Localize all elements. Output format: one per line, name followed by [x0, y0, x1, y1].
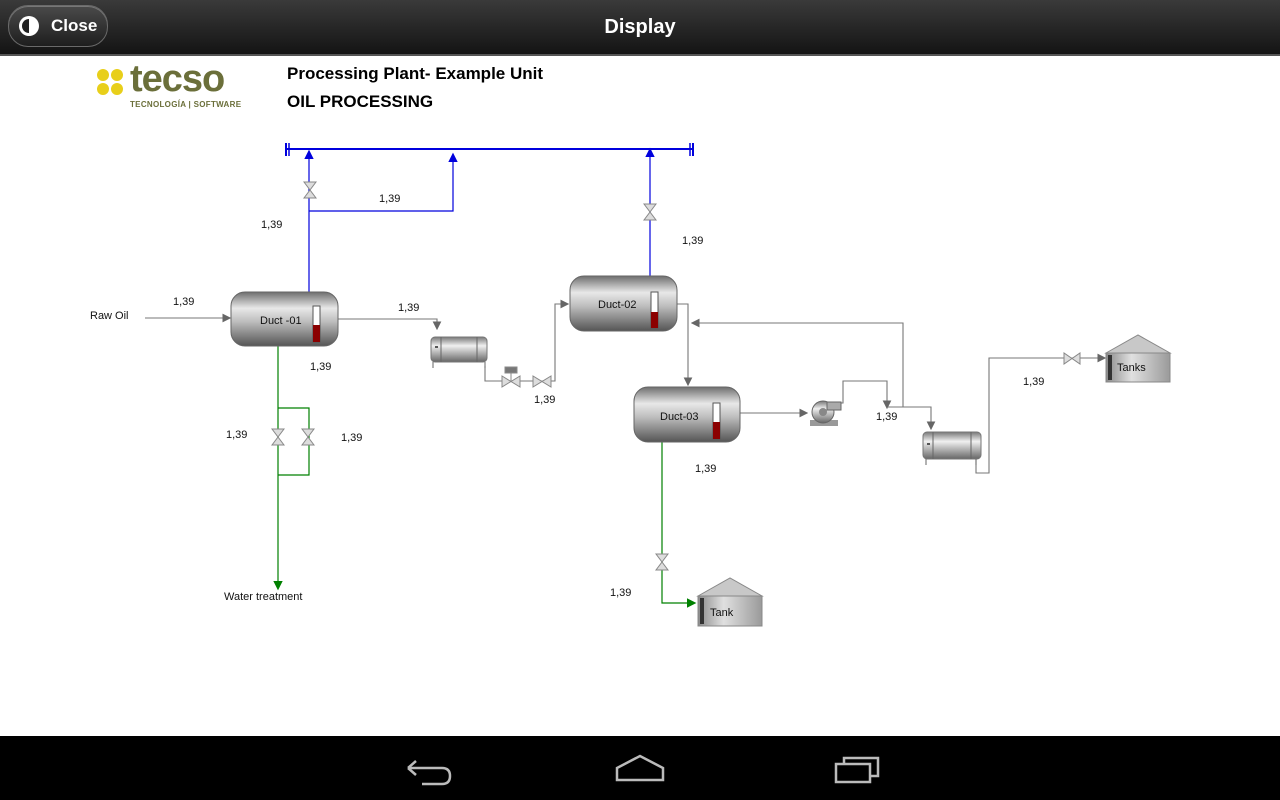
duct-02-label: Duct-02 [598, 299, 637, 311]
valves [271, 181, 1081, 571]
valve-icon [643, 203, 657, 221]
tanks[interactable] [1104, 334, 1172, 383]
reading-value: 1,39 [310, 361, 332, 373]
reading-value: 1,39 [226, 429, 248, 441]
tank-label: Tank [710, 607, 734, 619]
heat-exchanger-2[interactable] [922, 431, 982, 465]
reading-value: 1,39 [1023, 376, 1045, 388]
valve-icon [655, 553, 669, 571]
reading-value: 1,39 [398, 302, 420, 314]
back-icon[interactable] [394, 750, 454, 786]
gas-lines [304, 147, 655, 292]
valve-icon [532, 375, 552, 388]
reading-value: 1,39 [610, 587, 632, 599]
process-diagram [145, 143, 1172, 627]
raw-oil-label: Raw Oil [90, 310, 129, 322]
valve-icon [301, 428, 315, 446]
reading-value: 1,39 [261, 219, 283, 231]
reading-value: 1,39 [534, 394, 556, 406]
reading-value: 1,39 [379, 193, 401, 205]
valve-icon [271, 428, 285, 446]
home-icon[interactable] [610, 750, 670, 786]
duct-01-label: Duct -01 [260, 315, 302, 327]
reading-value: 1,39 [173, 296, 195, 308]
valve-icon [303, 181, 317, 199]
pump-icon[interactable] [810, 400, 842, 426]
duct-03-label: Duct-03 [660, 411, 699, 423]
reading-value: 1,39 [695, 463, 717, 475]
reading-value: 1,39 [341, 432, 363, 444]
system-nav-bar [0, 736, 1280, 800]
tanks-label: Tanks [1117, 362, 1146, 374]
valve-icon [1063, 352, 1081, 365]
water-treatment-label: Water treatment [224, 591, 303, 603]
reading-value: 1,39 [682, 235, 704, 247]
reading-value: 1,39 [876, 411, 898, 423]
recents-icon[interactable] [826, 750, 886, 786]
water-lines [273, 346, 697, 608]
heat-exchanger-1[interactable] [430, 336, 488, 368]
header-pipe [285, 143, 694, 156]
